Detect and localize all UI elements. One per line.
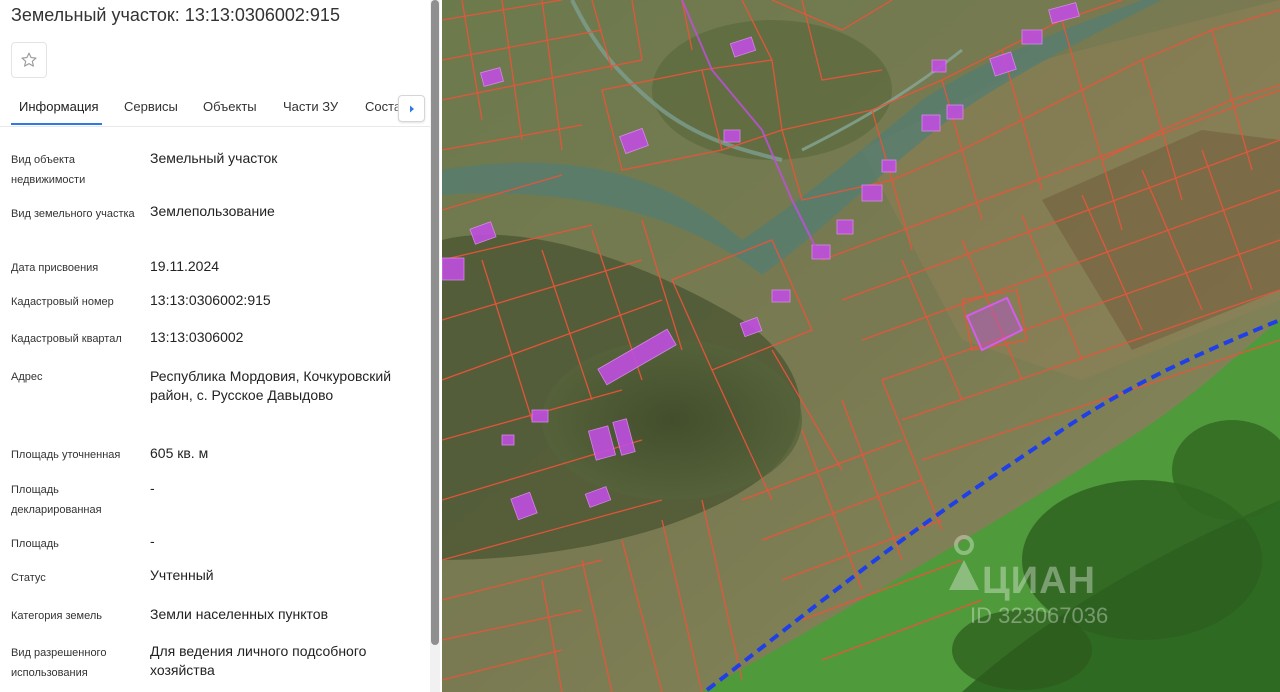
detail-value: Земельный участок [150,150,278,166]
detail-value: 13:13:0306002:915 [150,292,271,308]
detail-value: Землепользование [150,203,275,219]
detail-label: Площадь [11,538,59,550]
detail-value: Для ведения личного подсобного хозяйства [150,643,367,678]
map-watermark-id: ID 323067036 [970,603,1109,628]
detail-label: Кадастровый номер [11,296,114,308]
tab-bar: Информация Сервисы Объекты Части ЗУ Сост… [0,92,430,127]
detail-value: 19.11.2024 [150,258,220,274]
detail-label: Площадь декларированная [11,484,102,516]
detail-value: Земли населенных пунктов [150,606,329,622]
detail-label: Вид земельного участка [11,208,135,220]
cadastral-map[interactable]: ЦИАН ID 323067036 [442,0,1280,692]
scrollbar-thumb[interactable] [431,0,439,645]
page-title: Земельный участок: 13:13:0306002:915 [11,5,340,25]
map-watermark-brand: ЦИАН [982,560,1096,602]
tab-information[interactable]: Информация [19,99,99,114]
detail-label: Площадь уточненная [11,449,121,461]
satellite-map-canvas [442,0,1280,692]
detail-value: 13:13:0306002 [150,329,244,345]
detail-value: - [150,533,155,549]
info-panel: Земельный участок: 13:13:0306002:915 Инф… [0,0,442,692]
tab-parcel-parts[interactable]: Части ЗУ [283,99,338,114]
detail-label: Категория земель [11,610,102,622]
detail-value: Республика Мордовия, Кочкуровский район,… [150,368,392,403]
detail-label: Дата присвоения [11,262,99,274]
detail-value: Учтенный [150,567,214,583]
panel-scrollbar[interactable] [430,0,440,692]
chevron-right-icon [409,105,414,112]
detail-label: Кадастровый квартал [11,333,122,345]
tab-objects[interactable]: Объекты [203,99,257,114]
tabs-scroll-right-button[interactable] [398,95,425,122]
detail-label: Вид разрешенного использования [11,647,107,679]
favorite-button[interactable] [11,42,47,78]
tab-services[interactable]: Сервисы [124,99,178,114]
star-outline-icon [21,52,37,67]
detail-label: Вид объекта недвижимости [11,154,86,186]
detail-value: 605 кв. м [150,445,209,461]
cian-logo-icon [947,535,981,595]
detail-label: Статус [11,572,46,584]
active-tab-indicator [11,123,102,125]
detail-value: - [150,480,155,496]
detail-label: Адрес [11,371,43,383]
